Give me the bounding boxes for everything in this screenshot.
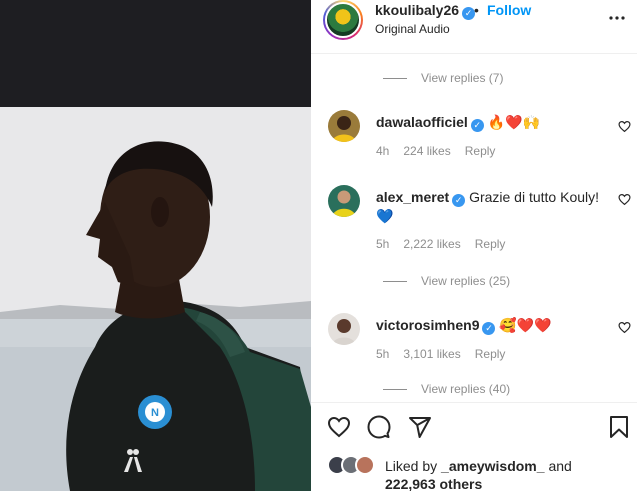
view-replies-label[interactable]: View replies (25) [421, 274, 510, 288]
post-media[interactable]: N [0, 0, 311, 491]
verified-badge-icon: ✓ [452, 194, 466, 207]
commenter-avatar[interactable] [328, 185, 360, 217]
comment-body: dawalaofficiel ✓ 🔥❤️🙌 [376, 113, 611, 132]
commenter-username[interactable]: alex_meret [376, 189, 449, 205]
view-replies-button[interactable]: View replies (7) [383, 71, 503, 87]
comment-body: victorosimhen9 ✓ 🥰❤️❤️ [376, 316, 611, 335]
commenter-username[interactable]: victorosimhen9 [376, 317, 479, 333]
verified-badge-icon: ✓ [482, 322, 496, 335]
comment-time: 5h [376, 347, 390, 361]
post-sidebar: kkoulibaly26 ✓ • Follow Original Audio Vi… [311, 0, 637, 491]
replies-divider [383, 389, 407, 391]
heart-icon[interactable] [618, 321, 631, 334]
view-replies-label[interactable]: View replies (7) [421, 71, 503, 85]
replies-divider [383, 78, 407, 80]
liked-by-username[interactable]: _ameywisdom_ [441, 458, 545, 474]
comment-body: alex_meret ✓ Grazie di tutto Kouly! 💙 [376, 188, 611, 225]
heart-icon[interactable] [327, 415, 351, 439]
likes-prefix: Liked by [385, 458, 438, 474]
reply-button[interactable]: Reply [475, 237, 506, 251]
follow-button[interactable]: Follow [487, 2, 531, 18]
comment-time: 5h [376, 237, 390, 251]
comment-text: Grazie di tutto Kouly! [469, 189, 600, 205]
original-audio-link[interactable]: Original Audio [375, 22, 450, 36]
svg-text:N: N [151, 407, 159, 419]
post-header: kkoulibaly26 ✓ • Follow Original Audio [311, 0, 637, 54]
separator-dot: • [474, 2, 479, 18]
likes-joiner: and [548, 458, 572, 474]
commenter-avatar[interactable] [328, 110, 360, 142]
comment-likes-count[interactable]: 3,101 likes [403, 347, 460, 361]
comment-meta: 5h 3,101 likes Reply [376, 347, 519, 361]
player-photo-illustration: N [0, 107, 311, 491]
heart-icon[interactable] [618, 193, 631, 206]
replies-divider [383, 281, 407, 283]
reply-button[interactable]: Reply [475, 347, 506, 361]
author-username[interactable]: kkoulibaly26 ✓ [375, 2, 476, 20]
verified-badge-icon: ✓ [470, 119, 484, 132]
comment-likes-count[interactable]: 224 likes [403, 144, 450, 158]
post-actions-bar [311, 402, 637, 452]
view-replies-button[interactable]: View replies (40) [383, 382, 510, 398]
comment-icon[interactable] [367, 415, 391, 439]
likes-count-link[interactable]: 222,963 others [385, 476, 482, 491]
more-horizontal-icon[interactable] [607, 8, 627, 28]
comment-time: 4h [376, 144, 390, 158]
likes-text: Liked by _ameywisdom_ and 222,963 others [385, 457, 625, 491]
comments-list[interactable]: View replies (7) dawalaofficiel ✓ 🔥❤️🙌 4h… [311, 55, 637, 401]
comment-meta: 5h 2,222 likes Reply [376, 237, 519, 251]
comment-emojis: 💙 [376, 208, 394, 224]
comment-likes-count[interactable]: 2,222 likes [403, 237, 460, 251]
heart-icon[interactable] [618, 120, 631, 133]
post-photo[interactable]: N [0, 107, 311, 491]
bookmark-icon[interactable] [607, 415, 631, 439]
author-avatar[interactable] [323, 0, 363, 40]
comment-emojis: 🥰❤️❤️ [499, 317, 552, 333]
likes-summary: Liked by _ameywisdom_ and 222,963 others [311, 452, 637, 491]
liker-avatar[interactable] [355, 455, 375, 475]
view-replies-button[interactable]: View replies (25) [383, 274, 510, 290]
commenter-avatar[interactable] [328, 313, 360, 345]
author-username-text[interactable]: kkoulibaly26 [375, 2, 459, 18]
reply-button[interactable]: Reply [465, 144, 496, 158]
comment-meta: 4h 224 likes Reply [376, 144, 509, 158]
commenter-username[interactable]: dawalaofficiel [376, 114, 468, 130]
comment-emojis: 🔥❤️🙌 [487, 114, 540, 130]
view-replies-label[interactable]: View replies (40) [421, 382, 510, 396]
send-icon[interactable] [408, 415, 432, 439]
